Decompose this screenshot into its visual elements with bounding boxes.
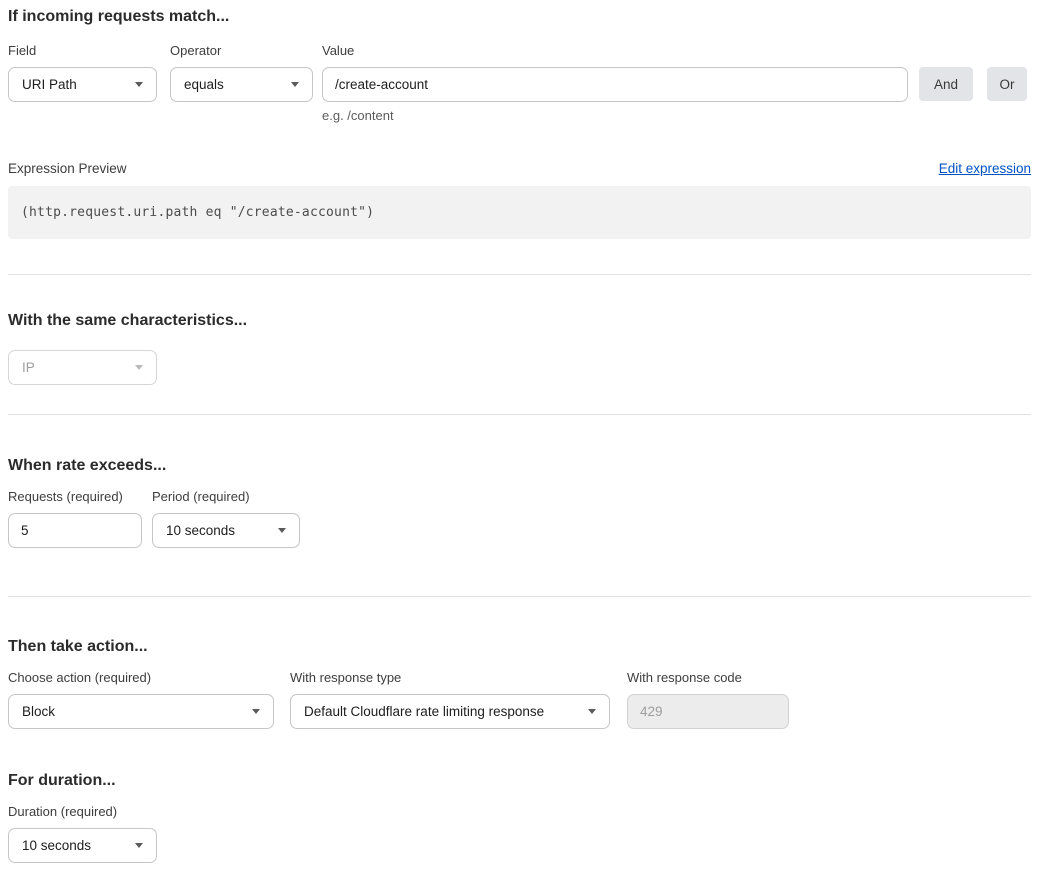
chevron-down-icon	[252, 709, 260, 714]
chevron-down-icon	[135, 843, 143, 848]
period-label: Period (required)	[152, 489, 300, 505]
chevron-down-icon	[135, 82, 143, 87]
chevron-down-icon	[278, 528, 286, 533]
operator-group: Operator equals	[170, 43, 313, 102]
field-group: Field URI Path	[8, 43, 157, 102]
rate-row: Requests (required) Period (required) 10…	[8, 489, 1031, 548]
characteristic-select-value: IP	[22, 360, 35, 375]
action-section-heading: Then take action...	[8, 637, 1031, 656]
duration-section-heading: For duration...	[8, 771, 1031, 790]
match-section-heading: If incoming requests match...	[8, 7, 1031, 26]
requests-group: Requests (required)	[8, 489, 142, 548]
section-divider	[8, 274, 1031, 275]
response-type-select-value: Default Cloudflare rate limiting respons…	[304, 704, 544, 719]
operator-select[interactable]: equals	[170, 67, 313, 102]
value-group: Value e.g. /content	[322, 43, 908, 123]
and-button[interactable]: And	[919, 67, 973, 101]
or-button[interactable]: Or	[987, 67, 1027, 101]
value-label: Value	[322, 43, 908, 59]
duration-select[interactable]: 10 seconds	[8, 828, 157, 863]
characteristic-select: IP	[8, 350, 157, 385]
response-type-group: With response type Default Cloudflare ra…	[290, 670, 610, 729]
action-row: Choose action (required) Block With resp…	[8, 670, 1031, 729]
duration-select-value: 10 seconds	[22, 838, 91, 853]
duration-label: Duration (required)	[8, 804, 157, 820]
response-code-group: With response code	[627, 670, 789, 729]
response-type-select[interactable]: Default Cloudflare rate limiting respons…	[290, 694, 610, 729]
value-helper-text: e.g. /content	[322, 108, 908, 123]
requests-label: Requests (required)	[8, 489, 142, 505]
duration-group: Duration (required) 10 seconds	[8, 804, 157, 863]
characteristics-section-heading: With the same characteristics...	[8, 311, 1031, 330]
rate-limiting-rule-form: If incoming requests match... Field URI …	[0, 0, 1048, 871]
section-divider	[8, 596, 1031, 597]
field-label: Field	[8, 43, 157, 59]
action-select[interactable]: Block	[8, 694, 274, 729]
field-select[interactable]: URI Path	[8, 67, 157, 102]
operator-label: Operator	[170, 43, 313, 59]
expression-preview-header: Expression Preview Edit expression	[8, 161, 1031, 177]
section-divider	[8, 414, 1031, 415]
period-select[interactable]: 10 seconds	[152, 513, 300, 548]
choose-action-label: Choose action (required)	[8, 670, 274, 686]
rate-section-heading: When rate exceeds...	[8, 456, 1031, 475]
expression-preview-label: Expression Preview	[8, 161, 127, 177]
operator-select-value: equals	[184, 77, 224, 92]
period-select-value: 10 seconds	[166, 523, 235, 538]
action-select-value: Block	[22, 704, 55, 719]
period-group: Period (required) 10 seconds	[152, 489, 300, 548]
choose-action-group: Choose action (required) Block	[8, 670, 274, 729]
match-expression-row: Field URI Path Operator equals Value e.g…	[8, 43, 1031, 123]
expression-preview-code: (http.request.uri.path eq "/create-accou…	[8, 186, 1031, 239]
expression-code-text: (http.request.uri.path eq "/create-accou…	[21, 205, 374, 220]
chevron-down-icon	[135, 365, 143, 370]
response-type-label: With response type	[290, 670, 610, 686]
response-code-label: With response code	[627, 670, 789, 686]
edit-expression-link[interactable]: Edit expression	[939, 161, 1031, 176]
requests-input[interactable]	[8, 513, 142, 548]
chevron-down-icon	[588, 709, 596, 714]
response-code-input	[627, 694, 789, 729]
value-input[interactable]	[322, 67, 908, 102]
field-select-value: URI Path	[22, 77, 77, 92]
chevron-down-icon	[291, 82, 299, 87]
